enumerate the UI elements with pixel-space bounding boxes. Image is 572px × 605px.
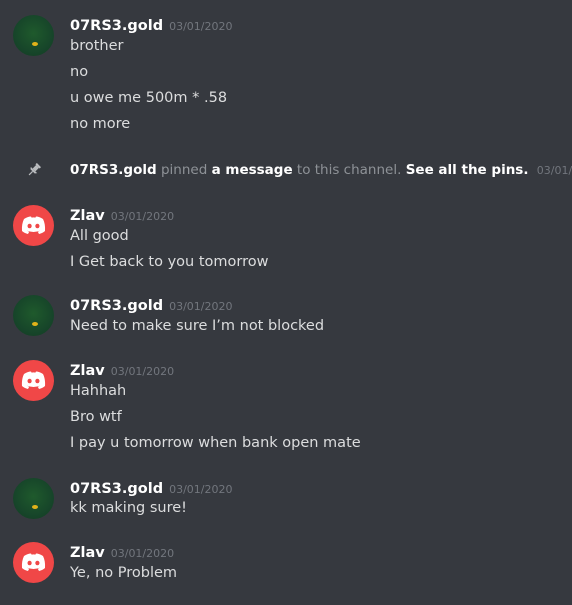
message-text: no more — [70, 116, 131, 132]
message-text: Need to make sure I’m not blocked — [70, 318, 325, 334]
message-text: I Get back to you tomorrow — [70, 254, 269, 270]
timestamp: 03/01/2020 — [110, 365, 175, 378]
avatar-gold-dot — [32, 42, 38, 46]
avatar[interactable] — [13, 205, 54, 246]
message-text: I pay u tomorrow when bank open mate — [70, 435, 361, 451]
timestamp: 03/01/2020 — [110, 547, 175, 560]
username[interactable]: 07RS3.gold — [70, 481, 163, 497]
username[interactable]: Zlav — [70, 545, 105, 561]
message-text: Bro wtf — [70, 409, 122, 425]
message-header: Zlav 03/01/2020 — [70, 205, 174, 225]
username[interactable]: 07RS3.gold — [70, 298, 163, 314]
avatar[interactable] — [13, 15, 54, 56]
avatar[interactable] — [13, 360, 54, 401]
message-text: Ye, no Problem — [70, 565, 178, 581]
message-header: 07RS3.gold 03/01/2020 — [70, 478, 232, 498]
message-text: no — [70, 64, 89, 80]
timestamp: 03/01/2020 — [169, 483, 233, 496]
message-text: Hahhah — [70, 383, 127, 399]
pin-channel-text: to this channel. — [296, 162, 402, 178]
pin-pinned-text: pinned — [160, 162, 208, 178]
timestamp: 03/01/2020 — [169, 20, 233, 33]
discord-logo-icon — [21, 553, 46, 571]
message-header: 07RS3.gold 03/01/2020 — [70, 15, 232, 35]
pin-icon — [28, 163, 41, 176]
message-text: brother — [70, 38, 124, 54]
discord-logo-icon — [21, 371, 46, 389]
pin-author[interactable]: 07RS3.gold — [70, 162, 157, 178]
message-header: Zlav 03/01/2020 — [70, 360, 174, 380]
see-all-pins-link[interactable]: See all the pins. — [406, 162, 529, 178]
avatar[interactable] — [13, 542, 54, 583]
avatar-gold-dot — [32, 322, 38, 326]
pinned-message-link[interactable]: a message — [212, 162, 293, 178]
message-header: Zlav 03/01/2020 — [70, 542, 174, 562]
message-header: 07RS3.gold 03/01/2020 — [70, 295, 232, 315]
username[interactable]: 07RS3.gold — [70, 18, 163, 34]
timestamp: 03/01/2020 — [169, 300, 233, 313]
message-text: u owe me 500m * .58 — [70, 90, 228, 106]
timestamp: 03/01/2020 — [110, 210, 175, 223]
message-text: All good — [70, 228, 129, 244]
message-text: kk making sure! — [70, 500, 187, 516]
avatar[interactable] — [13, 295, 54, 336]
avatar[interactable] — [13, 478, 54, 519]
timestamp: 03/01/2020 — [536, 164, 572, 177]
pin-text: 07RS3.gold pinned a message to this chan… — [70, 159, 572, 182]
username[interactable]: Zlav — [70, 363, 105, 379]
avatar-gold-dot — [32, 505, 38, 509]
username[interactable]: Zlav — [70, 208, 105, 224]
discord-logo-icon — [21, 216, 46, 234]
pin-notice: 07RS3.gold pinned a message to this chan… — [0, 159, 572, 181]
